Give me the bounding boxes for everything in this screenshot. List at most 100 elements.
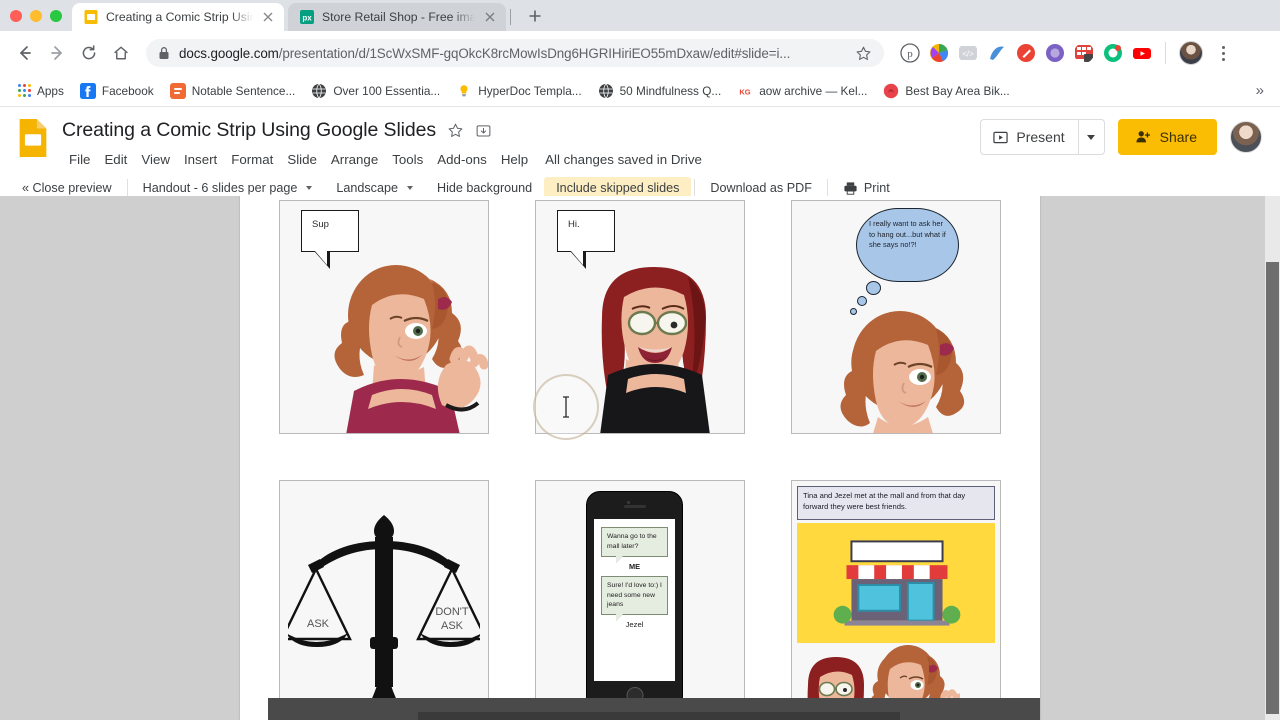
bookmark-apps[interactable]: Apps [10,81,72,101]
grammarly-icon[interactable] [987,43,1007,63]
toolbar-divider [826,179,828,197]
message-sender-jezel: Jezel [625,620,644,630]
bookmark-best-bay-area-bikes[interactable]: Best Bay Area Bik... [875,80,1017,102]
docs-menu-bar: File Edit View Insert Format Slide Arran… [62,146,980,172]
menu-file[interactable]: File [62,149,97,170]
folder-move-glyph [476,124,491,137]
chevron-down-icon [306,186,313,190]
bookmarks-overflow-button[interactable]: » [1256,82,1270,99]
browser-menu-button[interactable] [1212,45,1234,61]
printer-icon [844,181,857,195]
comic-panel-4[interactable]: ASK DON'T ASK [279,480,489,720]
youtube-icon[interactable] [1132,43,1152,63]
menu-insert[interactable]: Insert [177,149,224,170]
text-message-outgoing: Wanna go to the mall later? [601,527,668,557]
move-folder-icon[interactable] [475,122,492,139]
illustration-smartphone: Wanna go to the mall later? ME Sure! I'd… [586,491,683,711]
extension-icons: p </> [894,41,1234,65]
purple-circle-icon[interactable] [1045,43,1065,63]
bookmark-label: Facebook [101,83,154,98]
comic-panel-5[interactable]: Wanna go to the mall later? ME Sure! I'd… [535,480,745,720]
caption-text: Tina and Jezel met at the mall and from … [803,491,966,511]
new-tab-button[interactable] [521,2,549,30]
character-red-haired-girl-glasses [600,267,710,433]
browser-window: Creating a Comic Strip Using G px Store … [0,0,1280,720]
menu-format[interactable]: Format [224,149,280,170]
star-icon[interactable] [447,122,464,139]
bookmark-facebook[interactable]: Facebook [72,80,162,102]
code-icon[interactable]: </> [958,43,978,63]
menu-view[interactable]: View [134,149,177,170]
present-button[interactable]: Present [980,119,1105,155]
comic-panel-3[interactable]: I really want to ask her to hang out...b… [791,200,1001,434]
bookmark-over-100-essentials[interactable]: Over 100 Essentia... [303,80,448,102]
back-button[interactable] [10,38,40,68]
color-wheel-icon[interactable] [929,43,949,63]
menu-help[interactable]: Help [494,149,535,170]
bookmark-50-mindfulness[interactable]: 50 Mindfulness Q... [590,80,730,102]
scale-right-label-line1: DON'T [435,606,469,618]
bookmark-label: aow archive — Kel... [759,83,868,98]
close-window-button[interactable] [10,10,22,22]
person-add-icon [1136,131,1150,143]
address-bar[interactable]: docs.google.com/presentation/d/1ScWxSMF-… [146,39,884,67]
url-host: docs.google.com [179,45,279,61]
message-sender-me: ME [628,561,641,571]
present-label: Present [1016,129,1065,145]
minimize-window-button[interactable] [30,10,42,22]
blogger-icon [169,82,186,99]
svg-text:</>: </> [962,50,974,59]
comic-panel-6[interactable]: Tina and Jezel met at the mall and from … [791,480,1001,720]
account-avatar[interactable] [1230,121,1262,153]
storefront-graphic [833,540,961,626]
maximize-window-button[interactable] [50,10,62,22]
red-pen-icon[interactable] [1016,43,1036,63]
browser-tab-slides[interactable]: Creating a Comic Strip Using G [72,3,284,31]
url-text: docs.google.com/presentation/d/1ScWxSMF-… [179,46,846,61]
browser-profile-avatar[interactable] [1179,41,1203,65]
present-main[interactable]: Present [981,120,1077,154]
page-title[interactable]: Creating a Comic Strip Using Google Slid… [62,119,436,142]
close-icon[interactable] [482,9,498,25]
apps-grid-icon [18,84,31,97]
green-target-icon[interactable] [1103,43,1123,63]
close-icon[interactable] [260,9,276,25]
pinterest-icon[interactable]: p [900,43,920,63]
menu-slide[interactable]: Slide [280,149,324,170]
reload-button[interactable] [74,38,104,68]
globe-icon [598,83,613,98]
globe-icon [312,83,327,98]
scrollbar-thumb[interactable] [1266,262,1279,714]
svg-text:px: px [302,14,312,23]
vertical-scrollbar[interactable] [1265,196,1280,720]
message-text: Sure! I'd love to:) I need some new jean… [607,581,662,609]
docs-header: Creating a Comic Strip Using Google Slid… [0,107,1280,172]
thought-bubble-text: I really want to ask her to hang out...b… [869,219,946,250]
speech-bubble-text: Sup [312,219,329,230]
browser-tab-pexels[interactable]: px Store Retail Shop - Free image [288,3,506,31]
menu-edit[interactable]: Edit [97,149,134,170]
speech-bubble: Sup [301,210,359,269]
lock-icon [159,47,169,59]
share-button[interactable]: Share [1117,119,1217,155]
pexels-icon: px [300,10,314,24]
comic-panel-grid: Sup Hi. I really want to ask her to hang… [279,200,1003,720]
forward-arrow-icon [51,46,62,60]
menu-addons[interactable]: Add-ons [430,149,494,170]
print-preview-canvas[interactable]: Sup Hi. I really want to ask her to hang… [0,196,1280,720]
forward-button[interactable] [42,38,72,68]
red-grid-icon[interactable] [1074,43,1094,63]
bookmark-star-icon[interactable] [855,45,872,62]
menu-arrange[interactable]: Arrange [324,149,385,170]
bookmark-notable-sentence[interactable]: Notable Sentence... [162,80,304,102]
home-icon [114,46,128,60]
chevron-down-icon [1087,134,1096,140]
bookmark-aow-archive[interactable]: KG aow archive — Kel... [729,80,875,102]
google-slides-icon [19,118,47,158]
menu-tools[interactable]: Tools [385,149,430,170]
bottom-toolbar-overlay-inner [418,712,900,720]
bookmark-hyperdoc-template[interactable]: HyperDoc Templa... [448,80,589,102]
home-button[interactable] [106,38,136,68]
comic-panel-1[interactable]: Sup [279,200,489,434]
present-dropdown-button[interactable] [1077,120,1104,154]
